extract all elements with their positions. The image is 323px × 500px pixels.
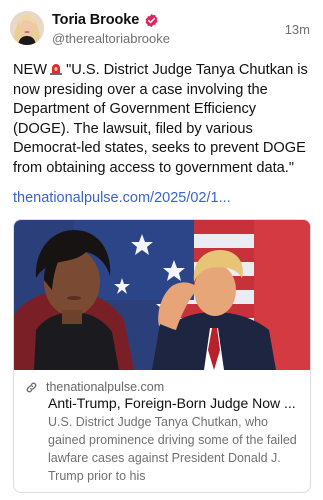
post-body-line: Democrat-led states, seeks to prevent DO… [13,140,306,157]
author-name-row: Toria Brooke [52,11,159,29]
post-timestamp: 13m [284,22,310,37]
post-body-line: now presiding over a case involving the [13,81,268,98]
post-body: NEW "U.S. District Judge Tanya Chutkan is… [13,61,317,179]
author-handle[interactable]: @therealtoriabrooke [52,31,170,46]
post-body-line: (DOGE). The lawsuit, filed by various [13,120,253,137]
card-domain-row: thenationalpulse.com [25,380,164,394]
card-description-line: U.S. District Judge Tanya Chutkan, who [48,415,269,429]
post-body-line: NEW "U.S. District Judge Tanya Chutkan is [13,61,317,81]
verified-badge-icon [144,13,159,28]
post-body-line: Department of Government Efficiency [13,101,257,118]
card-description: U.S. District Judge Tanya Chutkan, who g… [48,413,306,485]
post-link[interactable]: thenationalpulse.com/2025/02/1... [13,190,231,206]
link-icon [25,381,38,394]
article-preview-image[interactable] [14,220,310,370]
author-avatar[interactable] [10,11,44,45]
social-post: Toria Brooke @therealtoriabrooke 13m NEW… [0,0,323,500]
card-description-line: lawfare cases against President Donald J… [48,451,281,465]
post-body-prefix: NEW [13,62,48,78]
siren-emoji-icon [49,62,63,75]
link-preview-card[interactable]: thenationalpulse.com Anti-Trump, Foreign… [13,219,311,493]
card-domain: thenationalpulse.com [46,380,165,394]
card-description-line: gained prominence driving some of the fa… [48,433,297,447]
post-body-line-text: "U.S. District Judge Tanya Chutkan is [66,62,308,78]
card-title[interactable]: Anti-Trump, Foreign-Born Judge Now ... [48,395,306,411]
card-description-line: Trump prior to his [48,469,146,483]
author-display-name[interactable]: Toria Brooke [52,12,139,28]
post-body-line: from obtaining access to government data… [13,159,294,176]
